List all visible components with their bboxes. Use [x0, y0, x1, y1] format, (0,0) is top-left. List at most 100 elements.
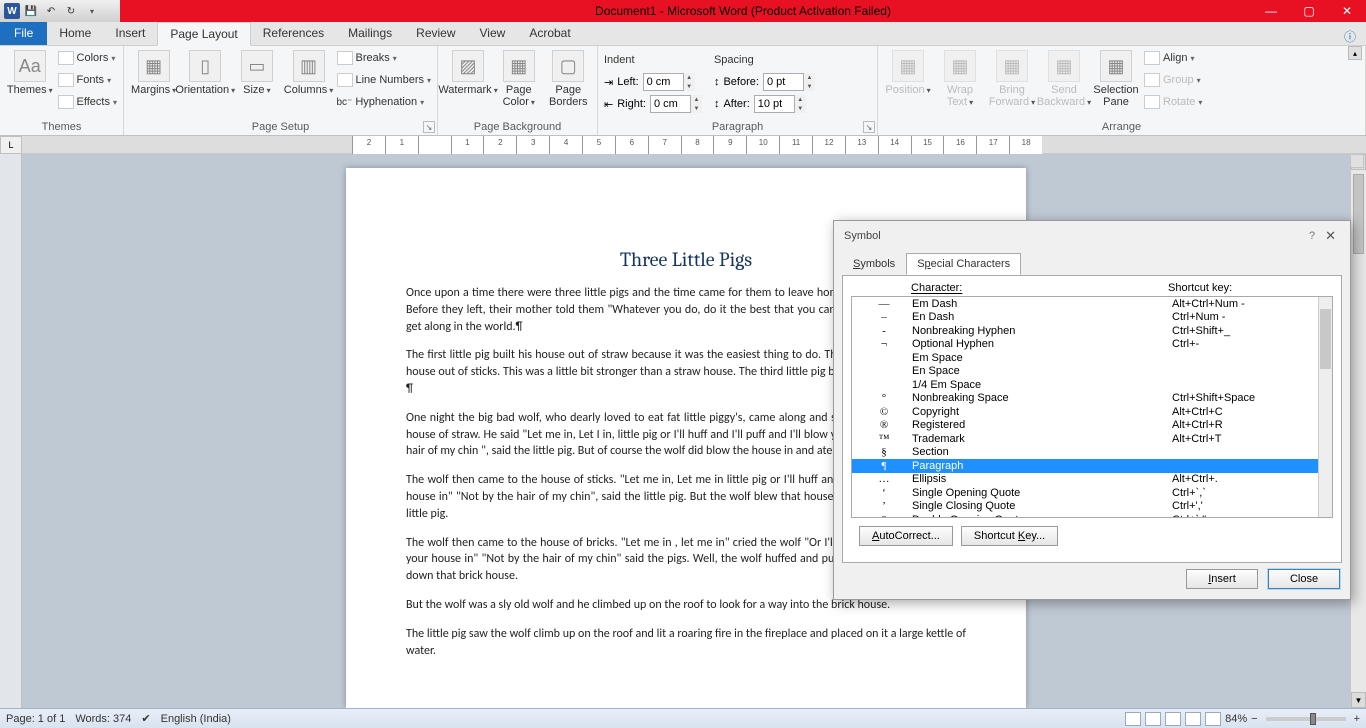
vertical-scrollbar[interactable]: ▲ ▼: [1350, 154, 1366, 708]
char-row-copyright[interactable]: ©CopyrightAlt+Ctrl+C: [852, 405, 1332, 419]
indent-header: Indent: [604, 50, 702, 70]
group-objects-button: Group▾: [1144, 70, 1202, 90]
list-scrollbar[interactable]: [1318, 297, 1332, 517]
char-row-en-dash[interactable]: –En DashCtrl+Num -: [852, 311, 1332, 325]
char-row-en-space[interactable]: En Space: [852, 365, 1332, 379]
zoom-knob[interactable]: [1310, 713, 1316, 725]
paragraph-launcher[interactable]: ↘: [863, 121, 875, 133]
tab-special-characters[interactable]: Special Characters: [906, 253, 1021, 275]
ruler-toggle-button[interactable]: [1350, 154, 1364, 168]
dialog-close-icon[interactable]: ✕: [1321, 228, 1340, 244]
theme-colors-button[interactable]: Colors▾: [58, 48, 117, 68]
rotate-icon: [1144, 95, 1160, 109]
file-tab[interactable]: File: [0, 21, 47, 45]
tab-symbols[interactable]: Symbols: [842, 253, 906, 275]
page-setup-launcher[interactable]: ↘: [423, 121, 435, 133]
char-row-nonbreaking-space[interactable]: °Nonbreaking SpaceCtrl+Shift+Space: [852, 392, 1332, 406]
char-row-section[interactable]: §Section: [852, 446, 1332, 460]
theme-fonts-button[interactable]: Fonts▾: [58, 70, 117, 90]
char-row-optional-hyphen[interactable]: ¬Optional HyphenCtrl+-: [852, 338, 1332, 352]
tab-home[interactable]: Home: [47, 21, 103, 45]
status-language[interactable]: English (India): [161, 713, 231, 725]
char-row-ellipsis[interactable]: …EllipsisAlt+Ctrl+.: [852, 473, 1332, 487]
status-words[interactable]: Words: 374: [75, 713, 131, 725]
status-page[interactable]: Page: 1 of 1: [6, 713, 65, 725]
zoom-in-button[interactable]: +: [1354, 713, 1360, 725]
tab-references[interactable]: References: [251, 21, 336, 45]
tab-mailings[interactable]: Mailings: [336, 21, 404, 45]
scroll-down-button[interactable]: ▼: [1351, 692, 1366, 708]
page-borders-button[interactable]: ▢Page Borders: [546, 48, 592, 108]
autocorrect-button[interactable]: AutoCorrect...: [859, 526, 953, 546]
line-numbers-icon: [337, 73, 353, 87]
outline-view[interactable]: [1185, 712, 1201, 726]
watermark-button[interactable]: ▨Watermark: [444, 48, 492, 96]
tab-insert[interactable]: Insert: [103, 21, 157, 45]
fullscreen-reading-view[interactable]: [1145, 712, 1161, 726]
tab-selector[interactable]: L: [0, 136, 22, 154]
dialog-help-icon[interactable]: ?: [1309, 230, 1315, 242]
align-button[interactable]: Align▾: [1144, 48, 1202, 68]
page-color-button[interactable]: ▦Page Color: [496, 48, 542, 108]
group-page-setup: ▦Margins ▯Orientation ▭Size ▥Columns Bre…: [124, 46, 438, 135]
zoom-level[interactable]: 84%: [1225, 713, 1247, 725]
vertical-ruler[interactable]: [0, 154, 22, 708]
send-backward-icon: ▦: [1048, 50, 1080, 82]
breaks-button[interactable]: Breaks▾: [337, 48, 432, 68]
char-row-1-4-em-space[interactable]: 1/4 Em Space: [852, 378, 1332, 392]
proofing-icon[interactable]: ✔: [141, 712, 150, 725]
dialog-titlebar[interactable]: Symbol ? ✕: [834, 221, 1350, 251]
margins-button[interactable]: ▦Margins: [130, 48, 177, 96]
tab-view[interactable]: View: [468, 21, 518, 45]
zoom-slider[interactable]: [1266, 717, 1346, 721]
horizontal-ruler[interactable]: 21123456789101112131415161718: [22, 136, 1366, 153]
tab-acrobat[interactable]: Acrobat: [517, 21, 582, 45]
char-row-paragraph[interactable]: ¶Paragraph: [852, 459, 1332, 473]
group-arrange: ▦Position ▦Wrap Text ▦Bring Forward ▦Sen…: [878, 46, 1366, 135]
zoom-out-button[interactable]: −: [1251, 713, 1257, 725]
status-bar: Page: 1 of 1 Words: 374 ✔ English (India…: [0, 708, 1366, 728]
print-layout-view[interactable]: [1125, 712, 1141, 726]
line-numbers-button[interactable]: Line Numbers▾: [337, 70, 432, 90]
web-layout-view[interactable]: [1165, 712, 1181, 726]
columns-button[interactable]: ▥Columns: [285, 48, 333, 96]
close-window-button[interactable]: ✕: [1328, 0, 1366, 22]
quick-access-toolbar: W 💾 ↶ ↻: [0, 2, 100, 20]
close-button[interactable]: Close: [1268, 569, 1340, 589]
size-button[interactable]: ▭Size: [233, 48, 280, 96]
spacing-before-label: Before:: [723, 76, 758, 88]
orientation-button[interactable]: ▯Orientation: [181, 48, 229, 96]
char-row-single-opening-quote[interactable]: ‘Single Opening QuoteCtrl+`,`: [852, 486, 1332, 500]
char-row-trademark[interactable]: ™TrademarkAlt+Ctrl+T: [852, 432, 1332, 446]
hyphenation-button[interactable]: bc⁻Hyphenation▾: [337, 92, 432, 112]
themes-button[interactable]: Aa Themes: [6, 48, 54, 96]
tab-page-layout[interactable]: Page Layout: [157, 22, 250, 46]
spacing-after-icon: ↕: [714, 98, 720, 110]
help-icon[interactable]: ⓘ: [1344, 28, 1356, 45]
tab-review[interactable]: Review: [404, 21, 467, 45]
special-characters-list[interactable]: —Em DashAlt+Ctrl+Num -–En DashCtrl+Num -…: [851, 296, 1333, 518]
selection-pane-button[interactable]: ▦Selection Pane: [1092, 48, 1140, 108]
redo-icon[interactable]: ↻: [62, 2, 80, 20]
list-scroll-thumb[interactable]: [1320, 309, 1331, 369]
char-row-double-opening-quote[interactable]: "Double Opening QuoteCtrl+`,": [852, 513, 1332, 518]
theme-effects-button[interactable]: Effects▾: [58, 92, 117, 112]
scroll-thumb[interactable]: [1353, 174, 1364, 254]
shortcut-key-button[interactable]: Shortcut Key...: [961, 526, 1058, 546]
char-row-em-dash[interactable]: —Em DashAlt+Ctrl+Num -: [852, 297, 1332, 311]
maximize-button[interactable]: ▢: [1290, 0, 1328, 22]
indent-left-icon: ⇥: [604, 76, 613, 89]
char-row-registered[interactable]: ®RegisteredAlt+Ctrl+R: [852, 419, 1332, 433]
insert-button[interactable]: Insert: [1186, 569, 1258, 589]
dialog-title: Symbol: [844, 230, 881, 242]
char-row-nonbreaking-hyphen[interactable]: -Nonbreaking HyphenCtrl+Shift+_: [852, 324, 1332, 338]
margins-icon: ▦: [138, 50, 170, 82]
draft-view[interactable]: [1205, 712, 1221, 726]
qat-customize[interactable]: [82, 2, 100, 20]
char-row-em-space[interactable]: Em Space: [852, 351, 1332, 365]
minimize-button[interactable]: —: [1252, 0, 1290, 22]
bring-forward-button: ▦Bring Forward: [988, 48, 1036, 108]
undo-icon[interactable]: ↶: [42, 2, 60, 20]
char-row-single-closing-quote[interactable]: ’Single Closing QuoteCtrl+',': [852, 500, 1332, 514]
save-icon[interactable]: 💾: [22, 2, 40, 20]
